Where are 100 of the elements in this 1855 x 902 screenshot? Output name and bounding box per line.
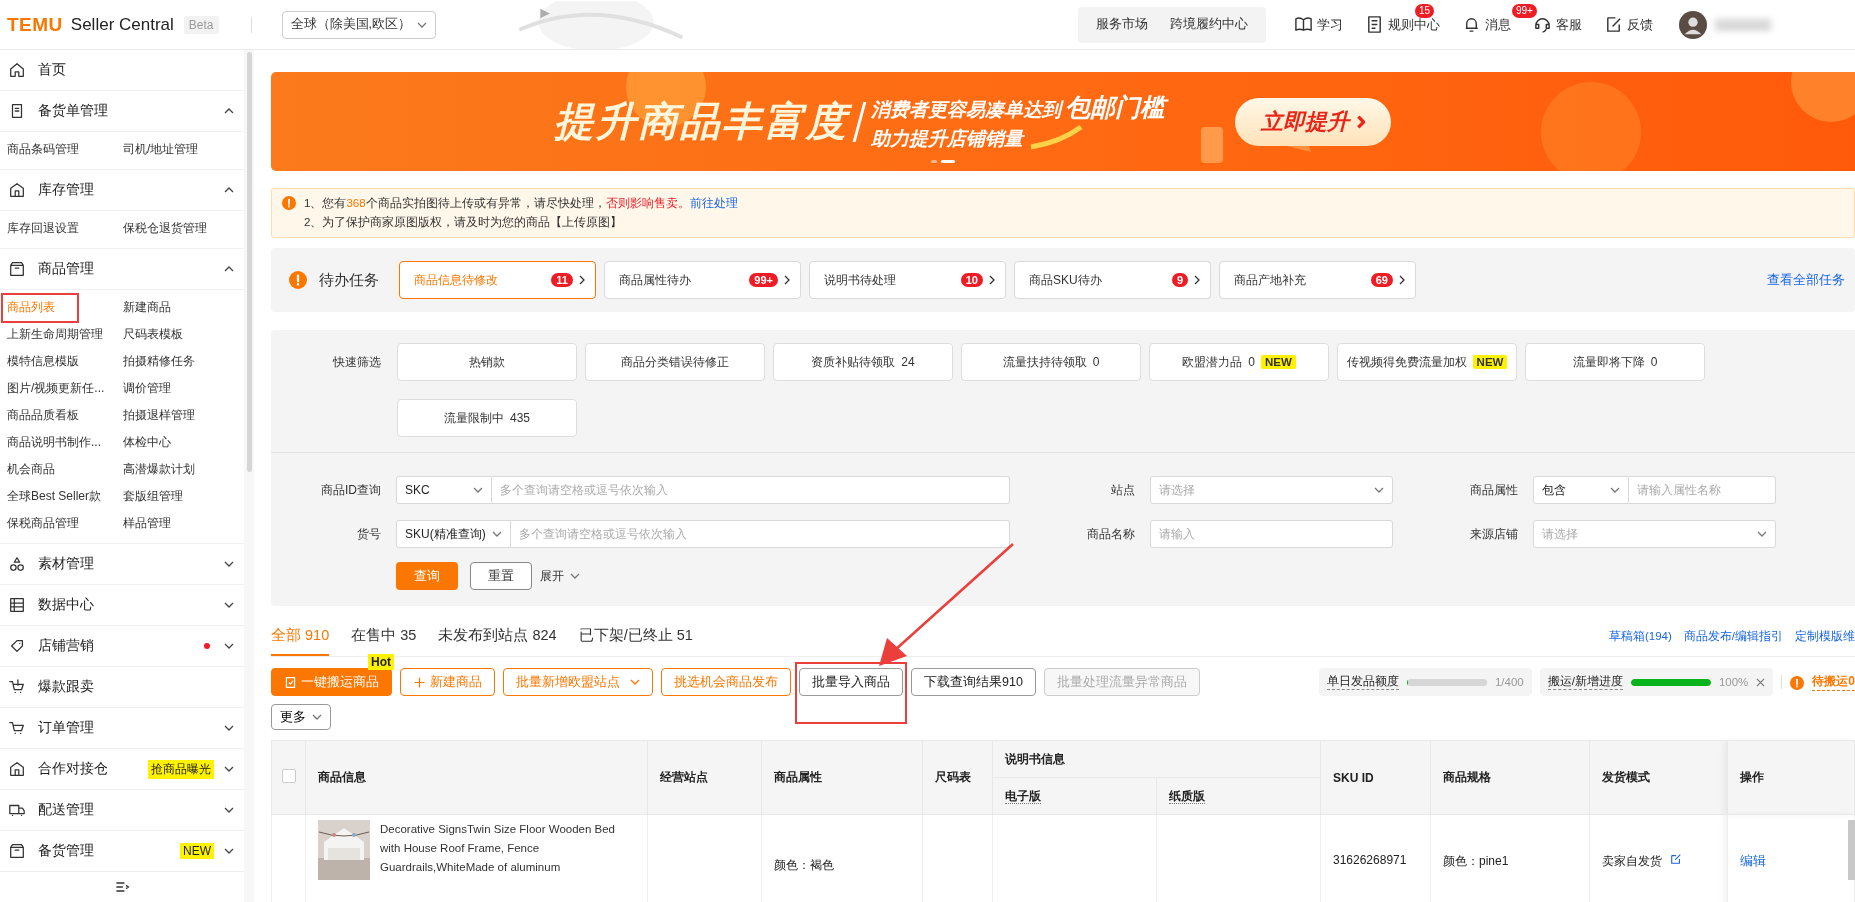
input-field[interactable]: 多个查询请空格或逗号依次输入 [492,476,1010,504]
sidebar-item[interactable]: 备货管理 NEW [0,831,244,871]
sidebar-subitem[interactable]: 商品说明书制作... [7,429,101,456]
expand-link[interactable]: 展开 [540,567,580,585]
sidebar-subitem[interactable]: 高潜爆款计划 [123,456,195,483]
quick-filter-chip[interactable]: 资质补贴待领取 24 [773,343,953,381]
input-field[interactable]: 请输入 [1150,520,1393,548]
quick-filter-chip[interactable]: 热销款 [397,343,577,381]
sidebar-subitem[interactable]: 商品品质看板 [7,402,79,429]
go-handle-link[interactable]: 前往处理 [689,197,738,209]
hot-tag: Hot [368,654,394,670]
sidebar-subitem[interactable]: 模特信息模版 [7,348,79,375]
task-chip[interactable]: 商品产地补充 69 [1219,261,1416,299]
sidebar-subitem[interactable]: 拍摄精修任务 [123,348,195,375]
count-badge: 11 [551,273,573,287]
improve-now-button[interactable]: 立即提升 [1235,97,1391,146]
chevron-right-icon [1194,275,1200,285]
quick-filter-chip[interactable]: 传视频得免费流量加权 NEW [1337,343,1517,381]
sidebar-subitem[interactable]: 套版组管理 [123,483,183,510]
todo-title: 待办任务 [319,270,379,290]
sidebar-subitem[interactable]: 保税仓退货管理 [123,215,207,242]
sidebar-item[interactable]: 爆款跟卖 [0,667,244,708]
sidebar-subitem[interactable]: 上新生命周期管理 [7,321,103,348]
header-link[interactable]: 学习 [1294,15,1343,34]
tag-icon [8,637,26,655]
select-field[interactable]: SKC [396,476,492,504]
quick-filter-chip[interactable]: 流量扶持待领取 0 [961,343,1141,381]
field-label: 快速筛选 [332,354,381,371]
status-tab[interactable]: 未发布到站点 824 [438,626,557,656]
collapse-menu-icon[interactable] [114,879,130,895]
header-link[interactable]: 消息 [1462,15,1511,34]
toolbar-button[interactable]: 批量导入商品 [799,668,903,696]
sidebar-subitem[interactable]: 样品管理 [123,510,171,537]
sidebar-subitem[interactable]: 库存回退设置 [7,215,79,242]
chevron-down-icon [570,573,580,579]
table-cell: 卖家自发货 [1602,854,1662,868]
input-field[interactable]: 请输入属性名称 [1629,476,1776,504]
toolbar-button[interactable]: 下载查询结果910 [911,668,1036,696]
header-link[interactable]: 客服 [1533,15,1582,34]
sidebar-subitem[interactable]: 机会商品 [7,456,55,483]
view-all-link[interactable]: 查看全部任务 [1767,271,1845,289]
service-link[interactable]: 服务市场 [1096,16,1148,33]
sidebar-item[interactable]: 备货单管理 [0,91,244,132]
sidebar-item[interactable]: 订单管理 [0,708,244,749]
sidebar-item[interactable]: 合作对接仓 抢商品曝光 [0,749,244,790]
region-select[interactable]: 全球（除美国,欧区） [281,10,436,39]
task-chip[interactable]: 说明书待处理 10 [809,261,1006,299]
scrollbar-thumb[interactable] [247,52,252,472]
headset-icon [1533,15,1552,34]
header-link[interactable]: 规则中心 [1365,15,1440,34]
edit-icon[interactable] [1670,853,1682,865]
sidebar-item[interactable]: 配送管理 [0,790,244,831]
header-link[interactable]: 反馈 [1604,15,1653,34]
meter-label: 单日发品额度 [1326,674,1399,690]
help-link[interactable]: 定制模版维 [1795,629,1855,656]
chevron-down-icon [1374,487,1384,493]
task-chip[interactable]: 商品SKU待办 9 [1014,261,1211,299]
service-link[interactable]: 跨境履约中心 [1170,16,1248,33]
sidebar-subitem[interactable]: 图片/视频更新任... [7,375,105,402]
task-chip[interactable]: 商品属性待办 99+ [604,261,801,299]
checkbox[interactable] [281,769,296,783]
input-field[interactable]: 多个查询请空格或逗号依次输入 [510,520,1010,548]
task-chip[interactable]: 商品信息待修改 11 [399,261,596,299]
field-label: 来源店铺 [1469,525,1518,543]
status-tab[interactable]: 在售中 35 [351,626,417,656]
sidebar-subitem[interactable]: 体检中心 [123,429,171,456]
sidebar-subitem[interactable]: 新建商品 [123,294,171,321]
promo-banner[interactable]: 提升商品丰富度 消费者更容易凑单达到 包邮门槛 助力提升店铺销量 立即提升 [271,72,1855,171]
chevron-down-icon [491,531,502,537]
warning-icon [1790,675,1805,690]
sidebar-subitem[interactable]: 拍摄退样管理 [123,402,195,429]
sidebar-subitem[interactable]: 商品条码管理 [7,136,79,163]
select-field[interactable]: 包含 [1533,476,1629,504]
sidebar-item[interactable]: 商品管理 [0,249,244,290]
select-field[interactable]: SKU(精准查询) [396,520,511,548]
reset-button[interactable]: 重置 [470,562,532,590]
quick-filter-chip[interactable]: 流量即将下降 0 [1525,343,1705,381]
sidebar-subitem[interactable]: 全球Best Seller款 [7,483,102,510]
quick-filter-chip[interactable]: 欧盟潜力品 0 NEW [1149,343,1329,381]
more-button[interactable]: 更多 [271,704,331,730]
sidebar-item[interactable]: 首页 [0,50,244,91]
sidebar-subitem[interactable]: 保税商品管理 [7,510,79,537]
quick-filter-chip[interactable]: 流量限制中 435 [397,399,577,437]
close-icon[interactable] [1756,677,1766,687]
avatar-icon[interactable] [1679,10,1707,39]
sidebar-item[interactable]: 库存管理 [0,170,244,211]
sidebar-subitem[interactable]: 尺码表模板 [123,321,183,348]
sidebar-subitem[interactable]: 调价管理 [123,375,171,402]
quick-filter-chip[interactable]: 商品分类错误待修正 [585,343,765,381]
count-badge: 10 [960,273,983,287]
help-link[interactable]: 草稿箱(194) [1608,629,1672,656]
help-link[interactable]: 商品发布/编辑指引 [1683,629,1783,656]
sidebar-item[interactable]: 数据中心 [0,585,244,626]
sidebar-item[interactable]: 店铺营销 [0,626,244,667]
sidebar-subitem[interactable]: 司机/地址管理 [123,136,199,163]
scrollbar-thumb[interactable] [1848,820,1855,880]
sidebar-item[interactable]: 素材管理 [0,544,244,585]
field-label: 站点 [1110,481,1135,499]
edit-link[interactable]: 编辑 [1740,854,1766,868]
status-tab[interactable]: 已下架/已终止 51 [578,626,693,656]
